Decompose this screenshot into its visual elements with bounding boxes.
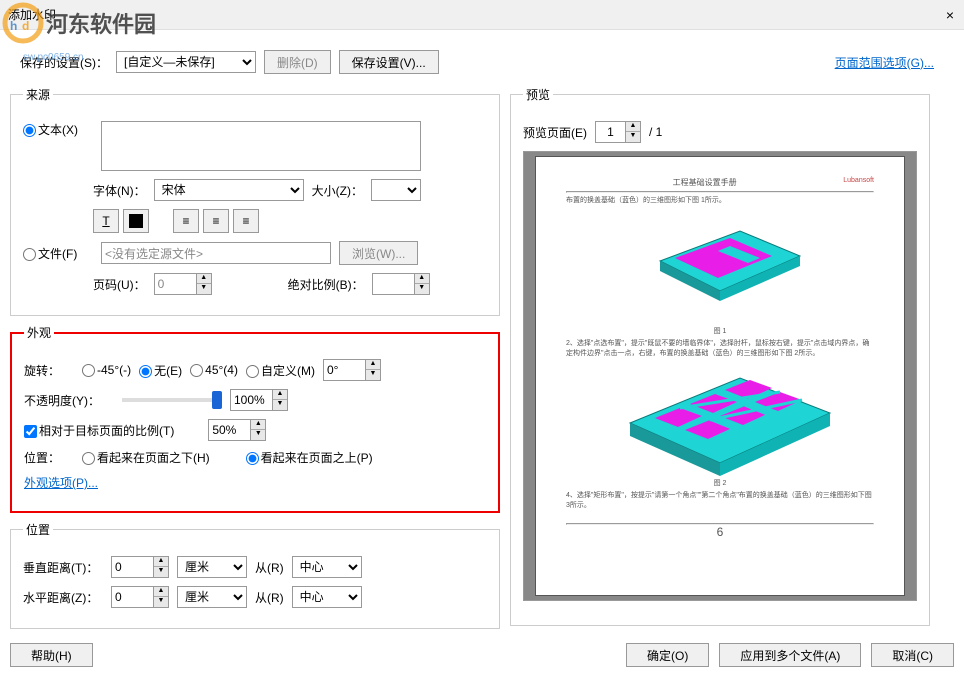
hdist-spinner[interactable]: ▲▼	[111, 586, 169, 608]
file-path-input	[101, 242, 331, 264]
rotate-label: 旋转：	[24, 362, 74, 379]
font-select[interactable]: 宋体	[154, 179, 304, 201]
preview-page-label: 预览页面(E)	[523, 124, 587, 141]
rot-neg45-radio[interactable]	[82, 364, 95, 377]
close-icon[interactable]: ×	[946, 7, 954, 23]
preview-legend: 预览	[523, 86, 553, 103]
appearance-legend: 外观	[24, 324, 54, 341]
preview-page-content: 工程基础设置手册Lubansoft 布置的换盖基础（蓝色）的三维图形如下图 1所…	[535, 156, 905, 596]
svg-text:h: h	[10, 19, 17, 33]
rot-value-spinner[interactable]: ▲▼	[323, 359, 381, 381]
source-legend: 来源	[23, 86, 53, 103]
align-right-icon[interactable]: ≡	[233, 209, 259, 233]
preview-fieldset: 预览 预览页面(E) ▲▼ / 1 工程基础设置手册Lubansoft 布置的换…	[510, 86, 930, 626]
preview-viewport: 工程基础设置手册Lubansoft 布置的换盖基础（蓝色）的三维图形如下图 1所…	[523, 151, 917, 601]
color-picker[interactable]	[123, 209, 149, 233]
font-label: 字体(N)：	[93, 182, 146, 199]
position-legend: 位置	[23, 521, 53, 538]
vfrom-select[interactable]: 中心	[292, 556, 362, 578]
hfrom-label: 从(R)	[255, 589, 284, 606]
opacity-slider[interactable]	[122, 398, 222, 402]
align-left-icon[interactable]: ≡	[173, 209, 199, 233]
vdist-spinner[interactable]: ▲▼	[111, 556, 169, 578]
rot-45-radio[interactable]	[190, 364, 203, 377]
rot-none-radio[interactable]	[139, 365, 152, 378]
preview-page-total: / 1	[649, 125, 662, 139]
ok-button[interactable]: 确定(O)	[626, 643, 709, 667]
hdist-label: 水平距离(Z)：	[23, 589, 103, 606]
svg-text:d: d	[22, 19, 29, 33]
hfrom-select[interactable]: 中心	[292, 586, 362, 608]
underline-icon[interactable]: T	[93, 209, 119, 233]
appearance-fieldset: 外观 旋转： -45°(-) 无(E) 45°(4) 自定义(M) ▲▼ 不透明…	[10, 324, 500, 513]
page-range-link[interactable]: 页面范围选项(G)...	[835, 54, 934, 71]
page-num-spinner: ▲▼	[154, 273, 212, 295]
vdist-label: 垂直距离(T)：	[23, 559, 103, 576]
abs-scale-label: 绝对比例(B)：	[288, 276, 364, 293]
position-label: 位置：	[24, 449, 74, 466]
page-num-label: 页码(U)：	[93, 276, 146, 293]
browse-button: 浏览(W)...	[339, 241, 418, 265]
saved-settings-select[interactable]: [自定义—未保存]	[116, 51, 256, 73]
size-select[interactable]	[371, 179, 421, 201]
watermark-text-input[interactable]	[101, 121, 421, 171]
abs-scale-spinner: ▲▼	[372, 273, 430, 295]
front-radio[interactable]	[246, 452, 259, 465]
vdist-unit-select[interactable]: 厘米	[177, 556, 247, 578]
align-center-icon[interactable]: ≡	[203, 209, 229, 233]
file-radio[interactable]	[23, 248, 36, 261]
opacity-spinner[interactable]: ▲▼	[230, 389, 288, 411]
source-fieldset: 来源 文本(X) 字体(N)： 宋体 大小(Z)： T ≡ ≡	[10, 86, 500, 316]
size-label: 大小(Z)：	[312, 182, 363, 199]
delete-button: 删除(D)	[264, 50, 331, 74]
preview-page-number: 6	[717, 525, 724, 539]
appearance-options-link[interactable]: 外观选项(P)...	[24, 474, 98, 491]
watermark-sublogo: sw.pc0659.cn	[23, 52, 84, 63]
text-radio[interactable]	[23, 124, 36, 137]
behind-radio[interactable]	[82, 452, 95, 465]
vfrom-label: 从(R)	[255, 559, 284, 576]
watermark-logo: hd 河东软件园	[0, 0, 156, 46]
apply-multiple-button[interactable]: 应用到多个文件(A)	[719, 643, 861, 667]
opacity-label: 不透明度(Y)：	[24, 392, 114, 409]
help-button[interactable]: 帮助(H)	[10, 643, 93, 667]
position-fieldset: 位置 垂直距离(T)： ▲▼ 厘米 从(R) 中心 水平距离(Z)： ▲▼ 厘米…	[10, 521, 500, 629]
hdist-unit-select[interactable]: 厘米	[177, 586, 247, 608]
rot-custom-radio[interactable]	[246, 365, 259, 378]
cancel-button[interactable]: 取消(C)	[871, 643, 954, 667]
relative-scale-spinner[interactable]: ▲▼	[208, 419, 266, 441]
relative-scale-checkbox[interactable]	[24, 425, 37, 438]
preview-page-spinner[interactable]: ▲▼	[595, 121, 641, 143]
save-settings-button[interactable]: 保存设置(V)...	[339, 50, 439, 74]
